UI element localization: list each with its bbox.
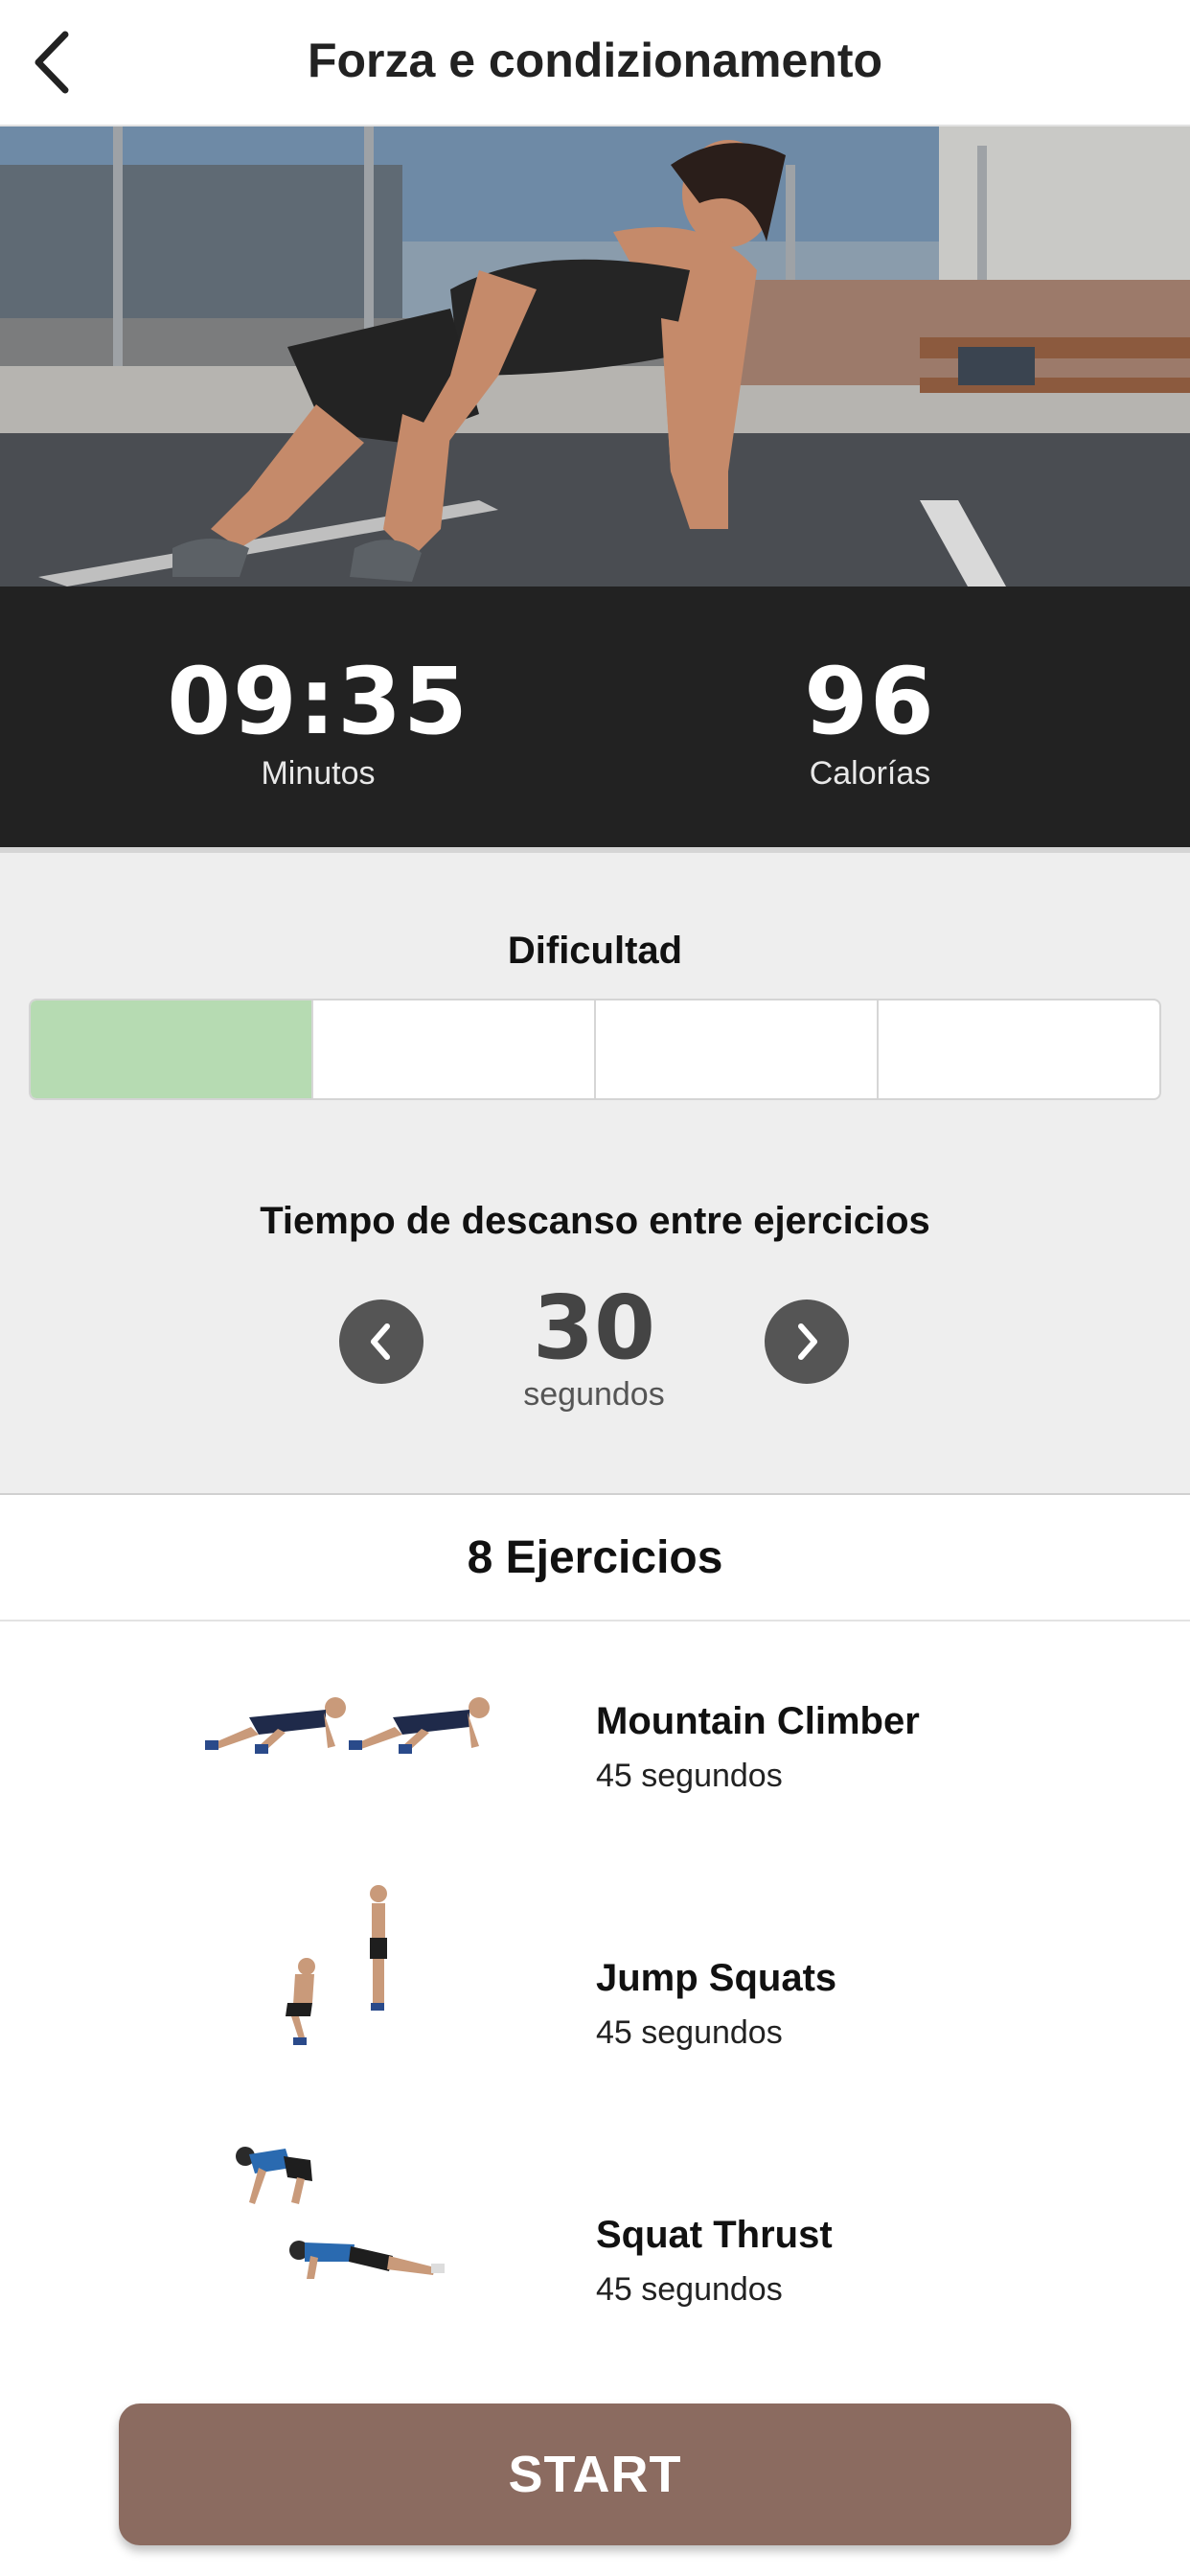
exercise-duration: 45 segundos bbox=[596, 2271, 783, 2308]
minutes-label: Minutos bbox=[261, 755, 376, 792]
chevron-left-icon bbox=[371, 1323, 390, 1360]
chevron-right-icon bbox=[798, 1323, 817, 1360]
exercise-name: Mountain Climber bbox=[596, 1700, 920, 1742]
mountain-climber-illustration bbox=[205, 1697, 490, 1754]
app-header: Forza e condizionamento bbox=[0, 0, 1190, 126]
difficulty-title: Dificultad bbox=[507, 930, 683, 972]
difficulty-level-1[interactable] bbox=[31, 1000, 313, 1098]
difficulty-level-4[interactable] bbox=[879, 1000, 1159, 1098]
exercise-item[interactable]: Mountain Climber 45 segundos bbox=[0, 1622, 1190, 1861]
exercises-count-header: 8 Ejercicios bbox=[0, 1495, 1190, 1622]
calories-value: 96 bbox=[804, 648, 936, 755]
page-title: Forza e condizionamento bbox=[307, 34, 883, 87]
decrease-rest-button[interactable] bbox=[339, 1300, 423, 1384]
exercise-duration: 45 segundos bbox=[596, 1758, 783, 1794]
jump-squats-illustration bbox=[286, 1885, 387, 2045]
minutes-value: 09:35 bbox=[167, 648, 469, 755]
exercise-duration: 45 segundos bbox=[596, 2014, 783, 2051]
workout-settings: Dificultad Tiempo de descanso entre ejer… bbox=[0, 847, 1190, 1495]
stat-calories: 96 Calorías bbox=[678, 654, 1062, 793]
exercise-item[interactable]: Squat Thrust 45 segundos bbox=[0, 2135, 1190, 2375]
workout-stats: 09:35 Minutos 96 Calorías bbox=[0, 586, 1190, 847]
difficulty-level-2[interactable] bbox=[313, 1000, 596, 1098]
difficulty-selector[interactable] bbox=[29, 999, 1161, 1100]
calories-label: Calorías bbox=[809, 755, 931, 792]
difficulty-level-3[interactable] bbox=[596, 1000, 879, 1098]
rest-time-stepper: 30 segundos bbox=[0, 1282, 1190, 1426]
hero-workout-photo bbox=[0, 126, 1190, 586]
rest-time-title: Tiempo de descanso entre ejercicios bbox=[260, 1200, 930, 1242]
increase-rest-button[interactable] bbox=[765, 1300, 849, 1384]
exercise-name: Squat Thrust bbox=[596, 2214, 833, 2256]
squat-thrust-illustration bbox=[236, 2147, 445, 2279]
start-button[interactable]: START bbox=[119, 2404, 1071, 2545]
exercise-name: Jump Squats bbox=[596, 1957, 837, 1999]
exercise-item[interactable]: Jump Squats 45 segundos bbox=[0, 1878, 1190, 2118]
stat-minutes: 09:35 Minutos bbox=[126, 654, 510, 793]
rest-time-value: 30 bbox=[532, 1276, 656, 1379]
rest-time-unit: segundos bbox=[523, 1376, 665, 1413]
